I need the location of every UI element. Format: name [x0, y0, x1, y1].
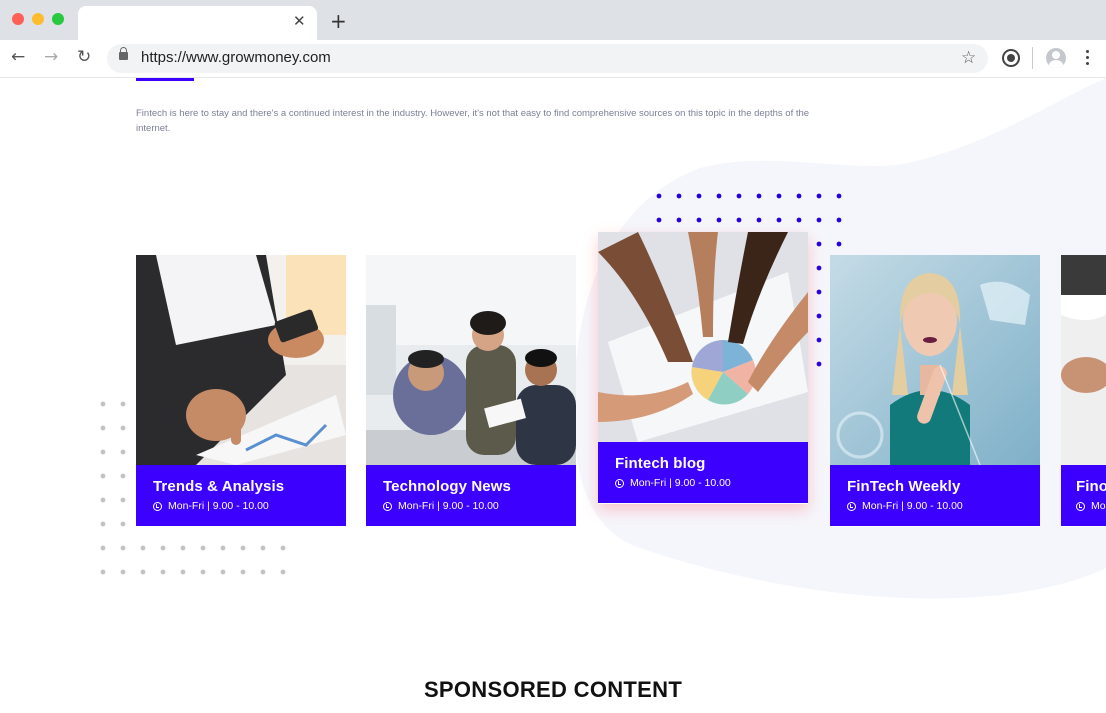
- card-fintech-weekly[interactable]: FinTech Weekly Mon-Fri | 9.00 - 10.00: [830, 255, 1040, 527]
- clock-icon: [383, 501, 392, 511]
- card-title[interactable]: Fintech blog: [615, 455, 808, 472]
- card-schedule: Mon-Fri | 9.00 - 10.00: [383, 500, 576, 512]
- maximize-window-button[interactable]: [52, 13, 64, 25]
- card-technology-news[interactable]: Technology News Mon-Fri | 9.00 - 10.00: [366, 255, 576, 527]
- card-schedule: Mon-Fri | 9.00 - 10.00: [847, 500, 1040, 512]
- minimize-window-button[interactable]: [32, 13, 44, 25]
- new-tab-icon[interactable]: +: [330, 9, 347, 33]
- card-partial[interactable]: Fino Mo: [1061, 255, 1106, 527]
- section-accent-line: [136, 78, 194, 81]
- card-schedule: Mon-Fri | 9.00 - 10.00: [615, 477, 808, 489]
- card-image-fintech-weekly: [830, 255, 1040, 465]
- clock-icon: [153, 501, 162, 511]
- reload-icon[interactable]: ↻: [77, 47, 91, 67]
- card-title[interactable]: Trends & Analysis: [153, 478, 346, 495]
- clock-icon: [1076, 501, 1085, 511]
- card-trends-analysis[interactable]: Trends & Analysis Mon-Fri | 9.00 - 10.00: [136, 255, 346, 527]
- card-image-technology: [366, 255, 576, 465]
- card-title[interactable]: Fino: [1076, 478, 1106, 495]
- card-caption: FinTech Weekly Mon-Fri | 9.00 - 10.00: [830, 465, 1040, 526]
- card-title[interactable]: Technology News: [383, 478, 576, 495]
- intro-text: Fintech is here to stay and there's a co…: [136, 108, 810, 134]
- card-image-fintech-blog: [598, 232, 808, 442]
- card-caption: Trends & Analysis Mon-Fri | 9.00 - 10.00: [136, 465, 346, 526]
- card-caption: Fino Mo: [1061, 465, 1106, 526]
- lock-icon[interactable]: [119, 47, 128, 60]
- browser-tab[interactable]: [78, 6, 317, 40]
- card-schedule-text: Mon-Fri | 9.00 - 10.00: [630, 477, 731, 489]
- card-schedule-text: Mon-Fri | 9.00 - 10.00: [862, 500, 963, 512]
- card-schedule: Mo: [1076, 500, 1106, 512]
- clock-icon: [615, 478, 624, 488]
- card-schedule: Mon-Fri | 9.00 - 10.00: [153, 500, 346, 512]
- card-title[interactable]: FinTech Weekly: [847, 478, 1040, 495]
- menu-icon[interactable]: [1086, 50, 1090, 66]
- card-schedule-text: Mon-Fri | 9.00 - 10.00: [398, 500, 499, 512]
- extension-icon[interactable]: [1002, 49, 1020, 67]
- card-caption: Fintech blog Mon-Fri | 9.00 - 10.00: [598, 442, 808, 503]
- close-window-button[interactable]: [12, 13, 24, 25]
- sponsored-content-heading: SPONSORED CONTENT: [423, 677, 683, 702]
- card-image-trends: [136, 255, 346, 465]
- url-text[interactable]: https://www.growmoney.com: [141, 49, 331, 66]
- forward-icon[interactable]: →: [44, 47, 58, 67]
- page-content: Fintech is here to stay and there's a co…: [0, 78, 1106, 713]
- card-image-partial: [1061, 255, 1106, 465]
- card-schedule-text: Mon-Fri | 9.00 - 10.00: [168, 500, 269, 512]
- clock-icon: [847, 501, 856, 511]
- card-fintech-blog[interactable]: Fintech blog Mon-Fri | 9.00 - 10.00: [598, 232, 808, 504]
- card-caption: Technology News Mon-Fri | 9.00 - 10.00: [366, 465, 576, 526]
- tab-close-icon[interactable]: ✕: [293, 12, 306, 30]
- toolbar-divider: [1032, 47, 1033, 69]
- star-icon[interactable]: ☆: [961, 48, 976, 68]
- back-icon[interactable]: ←: [11, 47, 25, 67]
- card-schedule-text: Mo: [1091, 500, 1106, 512]
- profile-icon[interactable]: [1046, 48, 1066, 68]
